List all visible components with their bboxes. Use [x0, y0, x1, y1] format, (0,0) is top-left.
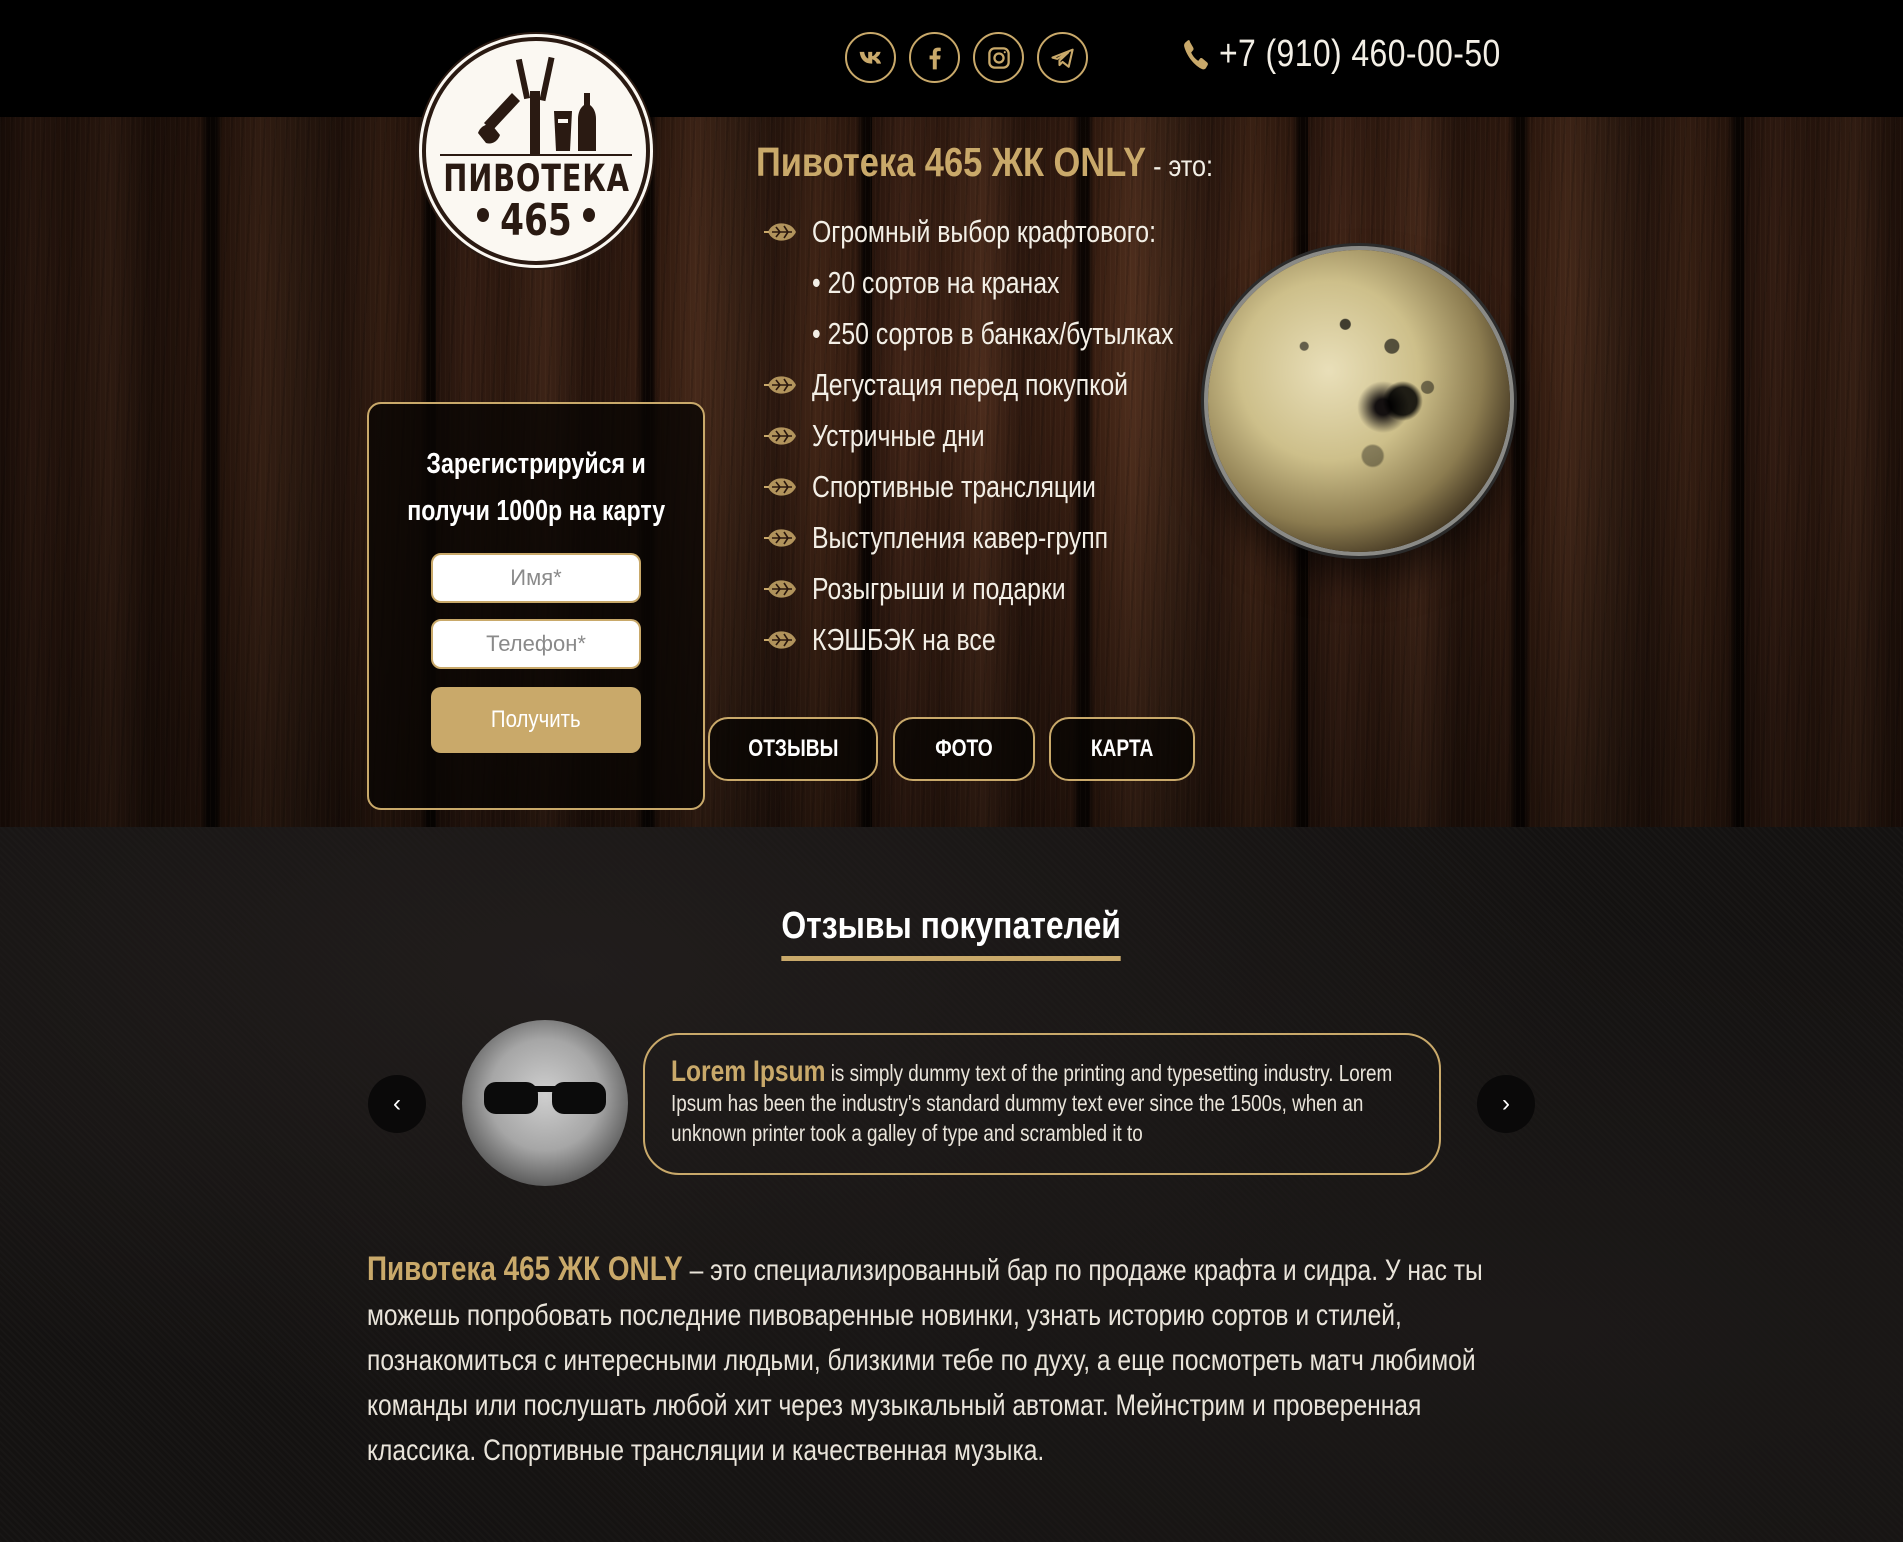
- feature-text: Дегустация перед покупкой: [812, 366, 1128, 402]
- section-title: Отзывы покупателей: [0, 905, 1903, 961]
- reviews-heading: Отзывы покупателей: [781, 905, 1122, 961]
- hop-icon: [764, 375, 796, 394]
- hop-icon: [764, 630, 796, 649]
- feature-text: КЭШБЭК на все: [812, 621, 996, 657]
- feature-item: Дегустация перед покупкой: [762, 359, 1264, 410]
- feature-text: Выступления кавер-групп: [812, 519, 1109, 555]
- social-links: [845, 32, 1088, 83]
- hero-brand: Пивотека 465 ЖК ONLY: [756, 139, 1147, 185]
- review-card: Lorem Ipsum is simply dummy text of the …: [643, 1033, 1441, 1175]
- feature-text: • 20 сортов на кранах: [812, 264, 1060, 300]
- about-text: Пивотека 465 ЖК ONLY – это специализиров…: [367, 1247, 1557, 1473]
- photo-button-label: ФОТО: [935, 735, 993, 762]
- chevron-right-icon: ›: [1502, 1090, 1510, 1117]
- hero-section: Зарегистрируйся и получи 1000р на карту …: [0, 117, 1903, 827]
- hop-icon: [764, 579, 796, 598]
- sunglasses-graphic: [484, 1082, 606, 1114]
- name-input[interactable]: [431, 553, 641, 603]
- reviews-button-label: ОТЗЫВЫ: [747, 735, 839, 762]
- hero-suffix: - это:: [1146, 150, 1214, 183]
- reviewer-avatar: [462, 1020, 628, 1186]
- feature-text: Спортивные трансляции: [812, 468, 1096, 504]
- top-bar: +7 (910) 460-00-50: [0, 0, 1903, 117]
- map-button[interactable]: КАРТА: [1049, 717, 1195, 781]
- logo-title: ПИВОТЕКА: [442, 157, 630, 200]
- hero-headline: Пивотека 465 ЖК ONLY - это:: [756, 139, 1213, 186]
- feature-item: Устричные дни: [762, 410, 1264, 461]
- feature-item: Огромный выбор крафтового:: [762, 206, 1264, 257]
- feature-list: Огромный выбор крафтового: • 20 сортов н…: [762, 206, 1264, 665]
- phone-text: +7 (910) 460-00-50: [1218, 33, 1501, 75]
- feature-subitem: • 20 сортов на кранах: [762, 257, 1264, 308]
- feature-item: Спортивные трансляции: [762, 461, 1264, 512]
- phone-input[interactable]: [431, 619, 641, 669]
- vk-icon[interactable]: [845, 32, 896, 83]
- form-title: Зарегистрируйся и получи 1000р на карту: [369, 441, 703, 535]
- hop-icon: [764, 528, 796, 547]
- hop-icon: [764, 426, 796, 445]
- feature-text: Огромный выбор крафтового:: [812, 213, 1156, 249]
- reviews-section: Отзывы покупателей ‹ Lorem Ipsum is simp…: [0, 827, 1903, 1542]
- feature-text: Розыгрыши и подарки: [812, 570, 1066, 606]
- photo-button[interactable]: ФОТО: [893, 717, 1035, 781]
- submit-button-label: Получить: [491, 706, 581, 733]
- submit-button[interactable]: Получить: [431, 687, 641, 753]
- hop-icon: [764, 477, 796, 496]
- phone-icon: [1184, 39, 1208, 69]
- feature-subitem: • 250 сортов в банках/бутылках: [762, 308, 1264, 359]
- feature-text: Устричные дни: [812, 417, 985, 453]
- beer-taps-illustration: [478, 56, 596, 155]
- carousel-next-button[interactable]: ›: [1477, 1075, 1535, 1133]
- review-text: Lorem Ipsum is simply dummy text of the …: [671, 1057, 1409, 1148]
- feature-item: Розыгрыши и подарки: [762, 563, 1264, 614]
- about-brand: Пивотека 465 ЖК ONLY: [367, 1250, 683, 1288]
- logo-hop-icon: [583, 208, 595, 222]
- instagram-icon[interactable]: [973, 32, 1024, 83]
- carousel-prev-button[interactable]: ‹: [368, 1075, 426, 1133]
- form-title-line1: Зарегистрируйся и: [426, 448, 646, 480]
- logo-hop-icon: [477, 208, 489, 222]
- map-button-label: КАРТА: [1090, 735, 1154, 762]
- review-author: Lorem Ipsum: [671, 1055, 826, 1088]
- feature-text: • 250 сортов в банках/бутылках: [812, 315, 1174, 351]
- logo-number: 465: [500, 195, 572, 246]
- signup-form: Зарегистрируйся и получи 1000р на карту …: [367, 402, 705, 810]
- logo[interactable]: ПИВОТЕКА 465: [422, 37, 650, 265]
- facebook-icon[interactable]: [909, 32, 960, 83]
- form-title-line2: получи 1000р на карту: [407, 495, 665, 527]
- reviews-button[interactable]: ОТЗЫВЫ: [708, 717, 878, 781]
- telegram-icon[interactable]: [1037, 32, 1088, 83]
- feature-item: КЭШБЭК на все: [762, 614, 1264, 665]
- chevron-left-icon: ‹: [393, 1090, 401, 1117]
- phone-number[interactable]: +7 (910) 460-00-50: [1182, 33, 1501, 76]
- hop-icon: [764, 222, 796, 241]
- feature-item: Выступления кавер-групп: [762, 512, 1264, 563]
